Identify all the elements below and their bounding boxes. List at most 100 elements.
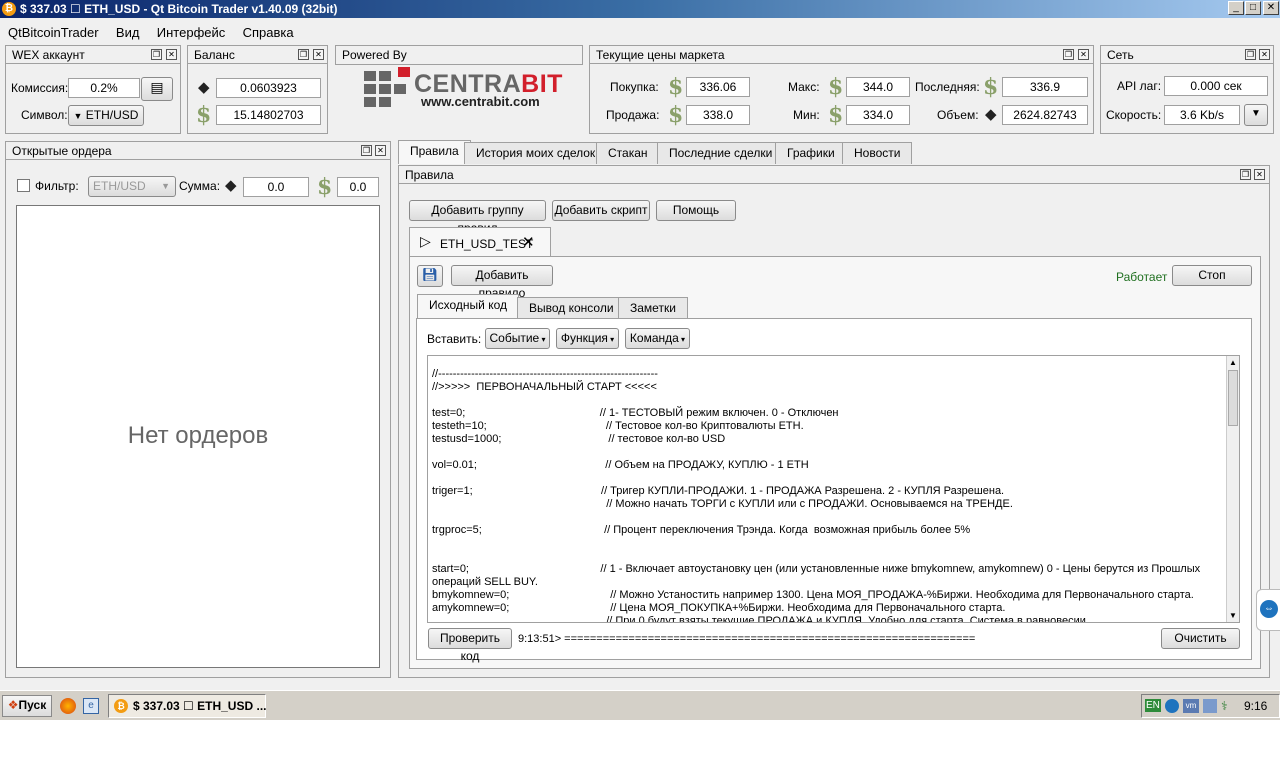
window-title: $ 337.03 ☐ ETH_USD - Qt Bitcoin Trader v… bbox=[20, 2, 338, 16]
scroll-thumb[interactable] bbox=[1228, 370, 1238, 426]
scroll-down-icon[interactable]: ▼ bbox=[1229, 611, 1237, 620]
command-dropdown-button[interactable]: Команда ▾ bbox=[625, 328, 690, 349]
antivirus-tray-icon[interactable]: ⚕ bbox=[1221, 699, 1235, 713]
function-dropdown-button[interactable]: Функция ▾ bbox=[556, 328, 619, 349]
menu-interface[interactable]: Интерфейс bbox=[151, 22, 231, 42]
code-line: //>>>>> ПЕРВОНАЧАЛЬНЫЙ СТАРТ <<<<< bbox=[432, 381, 657, 393]
buy-price-field[interactable]: 336.06 bbox=[686, 77, 750, 97]
tab-last-trades[interactable]: Последние сделки bbox=[657, 142, 785, 164]
tab-charts[interactable]: Графики bbox=[775, 142, 847, 164]
network-tray-icon[interactable] bbox=[1203, 699, 1217, 713]
float-icon[interactable]: ❐ bbox=[151, 49, 162, 60]
sell-price-field[interactable]: 338.0 bbox=[686, 105, 750, 125]
close-icon[interactable]: ✕ bbox=[375, 145, 386, 156]
fee-field[interactable]: 0.2% bbox=[68, 78, 140, 98]
symbol-select[interactable]: ▼ ETH/USD bbox=[68, 105, 144, 126]
code-lines: //--------------------------------------… bbox=[432, 368, 1222, 622]
menu-help[interactable]: Справка bbox=[237, 22, 300, 42]
eth-balance-field[interactable]: 0.0603923 bbox=[216, 78, 321, 98]
close-icon[interactable]: ✕ bbox=[1078, 49, 1089, 60]
tab-source-code[interactable]: Исходный код bbox=[417, 294, 519, 319]
tab-trade-history[interactable]: История моих сделок bbox=[464, 142, 608, 164]
sell-label: Продажа: bbox=[606, 108, 660, 122]
show-desktop-icon[interactable]: e bbox=[83, 698, 99, 714]
code-line: triger=1; // Тригер КУПЛИ-ПРОДАЖИ. 1 - П… bbox=[432, 485, 1005, 497]
code-editor[interactable]: //--------------------------------------… bbox=[427, 355, 1240, 623]
close-window-button[interactable]: ✕ bbox=[1263, 1, 1279, 15]
float-icon[interactable]: ❐ bbox=[361, 145, 372, 156]
add-rule-group-button[interactable]: Добавить группу правил bbox=[409, 200, 546, 235]
bitcoin-icon: ₿ bbox=[2, 2, 16, 16]
sum-usd-field[interactable]: 0.0 bbox=[337, 177, 379, 197]
dollar-icon: $ bbox=[828, 74, 844, 100]
add-script-button[interactable]: Добавить скрипт bbox=[552, 200, 650, 221]
symbol-label: Символ: bbox=[21, 108, 68, 122]
code-line: //--------------------------------------… bbox=[432, 368, 658, 380]
orders-list[interactable]: Нет ордеров bbox=[16, 205, 380, 668]
tab-console-output[interactable]: Вывод консоли bbox=[517, 297, 626, 319]
firefox-icon[interactable] bbox=[60, 698, 76, 714]
insert-label: Вставить: bbox=[427, 332, 482, 346]
help-button[interactable]: Помощь bbox=[656, 200, 736, 221]
speed-field[interactable]: 3.6 Kb/s bbox=[1164, 105, 1240, 125]
rules-panel-title: Правила bbox=[399, 166, 1269, 184]
sum-label: Сумма: bbox=[179, 179, 221, 193]
volume-field[interactable]: 2624.82743 bbox=[1002, 105, 1088, 125]
filter-select[interactable]: ETH/USD ▼ bbox=[88, 176, 176, 197]
tab-orderbook[interactable]: Стакан bbox=[596, 142, 660, 164]
check-code-button[interactable]: Проверить код bbox=[428, 628, 512, 663]
max-price-field[interactable]: 344.0 bbox=[846, 77, 910, 97]
menu-qtbitcointrader[interactable]: QtBitcoinTrader bbox=[2, 22, 105, 42]
tab-notes[interactable]: Заметки bbox=[618, 297, 688, 319]
console-line: 9:13:51> ===============================… bbox=[518, 633, 976, 645]
min-price-field[interactable]: 334.0 bbox=[846, 105, 910, 125]
float-icon[interactable]: ❐ bbox=[1245, 49, 1256, 60]
language-indicator[interactable]: EN bbox=[1145, 699, 1161, 712]
usd-balance-field[interactable]: 15.14802703 bbox=[216, 105, 321, 125]
sum-eth-field[interactable]: 0.0 bbox=[243, 177, 309, 197]
close-icon[interactable]: ✕ bbox=[1254, 169, 1265, 180]
script-tab[interactable]: ▷ ETH_USD_TEST ✕ bbox=[409, 227, 551, 257]
float-icon[interactable]: ❐ bbox=[1240, 169, 1251, 180]
clock[interactable]: 9:16 bbox=[1244, 699, 1267, 713]
vm-tray-icon[interactable]: vm bbox=[1183, 699, 1199, 713]
stop-button[interactable]: Стоп bbox=[1172, 265, 1252, 286]
last-price-field[interactable]: 336.9 bbox=[1002, 77, 1088, 97]
speed-dropdown-button[interactable]: ▼ bbox=[1244, 104, 1268, 126]
ethereum-icon: ◆ bbox=[198, 79, 210, 96]
centrabit-url[interactable]: www.centrabit.com bbox=[421, 94, 540, 109]
powered-by-panel: Powered By bbox=[335, 45, 583, 65]
event-dropdown-button[interactable]: Событие ▾ bbox=[485, 328, 550, 349]
add-rule-button[interactable]: Добавить правило bbox=[451, 265, 553, 300]
fee-label: Комиссия: bbox=[11, 81, 69, 95]
clear-button[interactable]: Очистить bbox=[1161, 628, 1240, 649]
float-icon[interactable]: ❐ bbox=[298, 49, 309, 60]
maximize-button[interactable]: □ bbox=[1245, 1, 1261, 15]
api-lag-field[interactable]: 0.000 сек bbox=[1164, 76, 1268, 96]
teamviewer-tray-icon[interactable] bbox=[1165, 699, 1179, 713]
remote-support-tab[interactable]: ⇔ bbox=[1256, 589, 1280, 631]
start-button[interactable]: ❖Пуск bbox=[2, 695, 52, 717]
close-icon[interactable]: ✕ bbox=[522, 233, 535, 251]
filter-checkbox[interactable] bbox=[17, 179, 30, 192]
calculator-button[interactable]: ▤ bbox=[141, 77, 173, 101]
close-icon[interactable]: ✕ bbox=[166, 49, 177, 60]
save-button[interactable]: 💾︎ bbox=[417, 265, 443, 287]
tab-news[interactable]: Новости bbox=[842, 142, 913, 164]
taskbar-app-button[interactable]: ₿ $ 337.03 ☐ ETH_USD ... bbox=[108, 694, 266, 718]
float-icon[interactable]: ❐ bbox=[1063, 49, 1074, 60]
ethereum-icon: ◆ bbox=[225, 177, 237, 194]
code-scrollbar[interactable]: ▲ ▼ bbox=[1226, 356, 1239, 622]
dropdown-arrow-icon: ▾ bbox=[607, 335, 615, 344]
tab-rules[interactable]: Правила bbox=[398, 140, 471, 164]
window-title-bar[interactable]: $ 337.03 ☐ ETH_USD - Qt Bitcoin Trader v… bbox=[0, 0, 1280, 18]
api-lag-label: API лаг: bbox=[1117, 79, 1162, 93]
scroll-up-icon[interactable]: ▲ bbox=[1229, 358, 1237, 367]
minimize-button[interactable]: _ bbox=[1228, 1, 1244, 15]
close-icon[interactable]: ✕ bbox=[1259, 49, 1270, 60]
close-icon[interactable]: ✕ bbox=[313, 49, 324, 60]
dollar-icon: $ bbox=[196, 102, 212, 128]
dropdown-arrow-icon: ▼ bbox=[73, 111, 83, 121]
menu-view[interactable]: Вид bbox=[110, 22, 146, 42]
max-label: Макс: bbox=[788, 80, 820, 94]
